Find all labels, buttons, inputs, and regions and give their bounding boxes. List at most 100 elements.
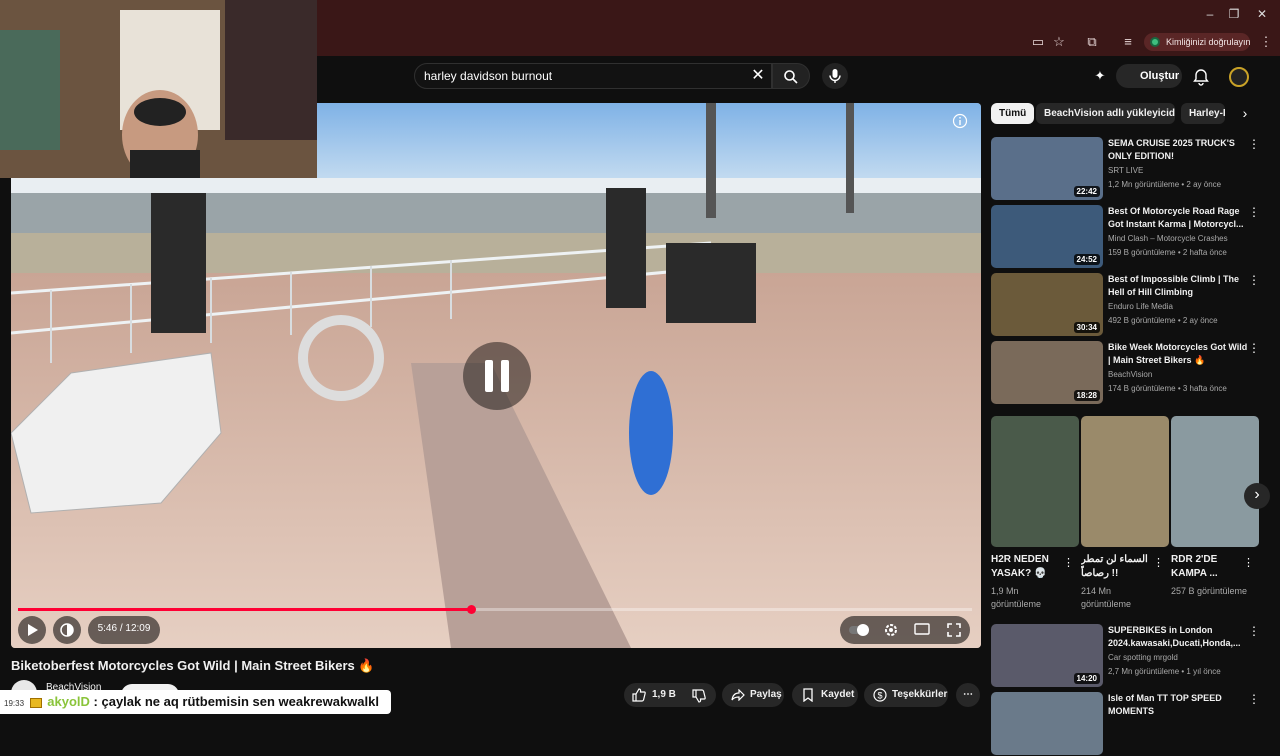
recommendation-meta: 1,2 Mn görüntüleme • 2 ay önce xyxy=(1108,180,1222,189)
recommendation-thumbnail[interactable] xyxy=(991,692,1103,755)
recommendation-channel[interactable]: Enduro Life Media xyxy=(1108,302,1258,311)
recommendation-title[interactable]: Bike Week Motorcycles Got Wild | Main St… xyxy=(1108,341,1248,367)
chat-time: 19:33 xyxy=(4,699,25,708)
extensions-icon[interactable]: ⧉ xyxy=(1084,34,1100,50)
more-options-icon[interactable]: ⋮ xyxy=(1248,692,1260,706)
play-icon xyxy=(28,624,38,636)
shorts-next-button[interactable]: › xyxy=(1244,483,1270,509)
volume-button[interactable] xyxy=(53,616,81,644)
search-icon xyxy=(784,70,798,84)
theater-mode-icon[interactable] xyxy=(914,622,930,636)
recommendation-title[interactable]: SEMA CRUISE 2025 TRUCK'S ONLY EDITION! xyxy=(1108,137,1248,163)
share-icon xyxy=(731,689,745,701)
recommendation-item[interactable]: 24:52 Best Of Motorcycle Road Rage Got In… xyxy=(991,205,1273,269)
duration-badge: 14:20 xyxy=(1073,673,1100,684)
short-title[interactable]: RDR 2'DE KAMPA ... xyxy=(1171,553,1247,581)
more-options-icon[interactable]: ⋮ xyxy=(1248,341,1260,355)
short-thumbnail[interactable] xyxy=(1081,416,1169,547)
settings-gear-icon[interactable] xyxy=(882,621,900,639)
recommendation-item[interactable]: 30:34 Best of Impossible Climb | The Hell… xyxy=(991,273,1273,337)
more-options-icon[interactable]: ⋮ xyxy=(1248,205,1260,219)
more-options-icon[interactable]: ⋮ xyxy=(1248,273,1260,287)
recommendation-meta: 2,7 Mn görüntüleme • 1 yıl önce xyxy=(1108,667,1221,676)
voice-search-button[interactable] xyxy=(822,63,848,89)
recommendation-item[interactable]: 14:20 SUPERBIKES in London 2024.kawasaki,… xyxy=(991,624,1273,688)
close-window-icon[interactable]: ✕ xyxy=(1254,6,1270,22)
user-avatar[interactable] xyxy=(1229,67,1249,87)
chat-username: akyolD xyxy=(47,694,90,709)
duration-badge: 22:42 xyxy=(1073,186,1100,197)
bookmark-star-icon[interactable]: ☆ xyxy=(1051,34,1067,50)
thumbs-up-icon[interactable] xyxy=(632,688,646,702)
webcam-overlay xyxy=(0,0,317,178)
recommendation-title[interactable]: Best of Impossible Climb | The Hell of H… xyxy=(1108,273,1248,299)
recommendation-thumbnail[interactable]: 18:28 xyxy=(991,341,1103,404)
filter-chip-harley[interactable]: Harley-D xyxy=(1181,103,1225,124)
svg-text:$: $ xyxy=(877,691,882,701)
recommendation-item[interactable]: 22:42 SEMA CRUISE 2025 TRUCK'S ONLY EDITI… xyxy=(991,137,1273,201)
cast-icon[interactable]: ▭ xyxy=(1030,34,1046,50)
short-thumbnail[interactable] xyxy=(1171,416,1259,547)
save-label: Kaydet xyxy=(821,689,855,700)
short-item[interactable]: السماء لن تمطر رصاصاً !! 214 Mn görüntüle… xyxy=(1081,416,1169,609)
search-button[interactable] xyxy=(772,63,810,89)
create-button[interactable]: Oluştur xyxy=(1116,64,1182,88)
restore-icon[interactable]: ❐ xyxy=(1226,6,1242,22)
recommendation-channel[interactable]: SRT LIVE xyxy=(1108,166,1258,175)
clear-search-icon[interactable]: ✕ xyxy=(748,66,768,86)
share-label: Paylaş xyxy=(750,689,782,700)
short-views: 214 Mn görüntüleme xyxy=(1081,586,1132,609)
recommendation-item[interactable]: 18:28 Bike Week Motorcycles Got Wild | Ma… xyxy=(991,341,1273,405)
recommendation-title[interactable]: Best Of Motorcycle Road Rage Got Instant… xyxy=(1108,205,1248,231)
notifications-bell-icon[interactable] xyxy=(1192,68,1210,86)
webcam-feed xyxy=(0,0,317,178)
short-item[interactable]: H2R NEDEN YASAK? 💀 1,9 Mn görüntüleme ⋮ xyxy=(991,416,1079,609)
recommendation-title[interactable]: SUPERBIKES in London 2024.kawasaki,Ducat… xyxy=(1108,624,1248,650)
duration-badge: 30:34 xyxy=(1073,322,1100,333)
cast-sparkle-icon[interactable]: ✦ xyxy=(1092,68,1108,84)
filter-chip-channel[interactable]: BeachVision adlı yükleyiciden xyxy=(1036,103,1175,124)
recommendation-item[interactable]: Isle of Man TT TOP SPEED MOMENTS ⋮ xyxy=(991,692,1273,756)
recommendation-channel[interactable]: Mind Clash – Motorcycle Crashes xyxy=(1108,234,1258,243)
more-options-icon[interactable]: ⋮ xyxy=(1248,624,1260,638)
chat-text: : çaylak ne aq rütbemisin sen weakrewakw… xyxy=(93,694,379,709)
recommendation-meta: 174 B görüntüleme • 3 hafta önce xyxy=(1108,384,1227,393)
recommendation-thumbnail[interactable]: 30:34 xyxy=(991,273,1103,336)
play-button[interactable] xyxy=(18,616,46,644)
thumbs-down-icon[interactable] xyxy=(692,689,706,703)
minimize-icon[interactable]: – xyxy=(1202,6,1218,22)
more-options-icon[interactable]: ⋮ xyxy=(1243,556,1254,569)
like-count[interactable]: 1,9 B xyxy=(652,689,676,700)
chat-badge-icon xyxy=(29,697,42,708)
microphone-icon xyxy=(829,69,841,83)
recommendation-thumbnail[interactable]: 24:52 xyxy=(991,205,1103,268)
recommendation-channel[interactable]: BeachVision xyxy=(1108,370,1258,379)
more-actions-button[interactable]: ⋯ xyxy=(956,683,980,707)
reading-list-icon[interactable]: ≡ xyxy=(1120,34,1136,50)
search-input[interactable]: harley davidson burnout xyxy=(414,63,772,89)
short-title[interactable]: H2R NEDEN YASAK? 💀 xyxy=(991,553,1067,581)
pause-overlay-button[interactable] xyxy=(463,342,531,410)
browser-menu-icon[interactable]: ⋮ xyxy=(1258,34,1274,50)
short-title[interactable]: السماء لن تمطر رصاصاً !! xyxy=(1081,553,1157,581)
more-options-icon[interactable]: ⋮ xyxy=(1063,556,1074,569)
chips-next-chevron-icon[interactable]: › xyxy=(1238,106,1252,120)
recommendation-thumbnail[interactable]: 14:20 xyxy=(991,624,1103,687)
duration-badge: 18:28 xyxy=(1073,390,1100,401)
recommendation-channel[interactable]: Car spotting mrgold xyxy=(1108,653,1258,662)
fullscreen-icon[interactable] xyxy=(946,622,962,638)
autoplay-toggle[interactable] xyxy=(848,623,870,637)
recommendation-thumbnail[interactable]: 22:42 xyxy=(991,137,1103,200)
progress-scrubber[interactable] xyxy=(467,605,476,614)
short-item[interactable]: RDR 2'DE KAMPA ... 257 B görüntüleme ⋮ xyxy=(1171,416,1259,596)
more-options-icon[interactable]: ⋮ xyxy=(1248,137,1260,151)
short-views: 257 B görüntüleme xyxy=(1171,586,1248,596)
recommendation-meta: 492 B görüntüleme • 2 ay önce xyxy=(1108,316,1218,325)
more-options-icon[interactable]: ⋮ xyxy=(1153,556,1164,569)
short-thumbnail[interactable] xyxy=(991,416,1079,547)
stream-chat-message: 19:33 akyolD : çaylak ne aq rütbemisin s… xyxy=(0,690,391,714)
filter-chip-all[interactable]: Tümü xyxy=(991,103,1035,124)
info-icon[interactable] xyxy=(952,113,968,129)
pause-icon xyxy=(485,360,509,392)
recommendation-title[interactable]: Isle of Man TT TOP SPEED MOMENTS xyxy=(1108,692,1248,718)
